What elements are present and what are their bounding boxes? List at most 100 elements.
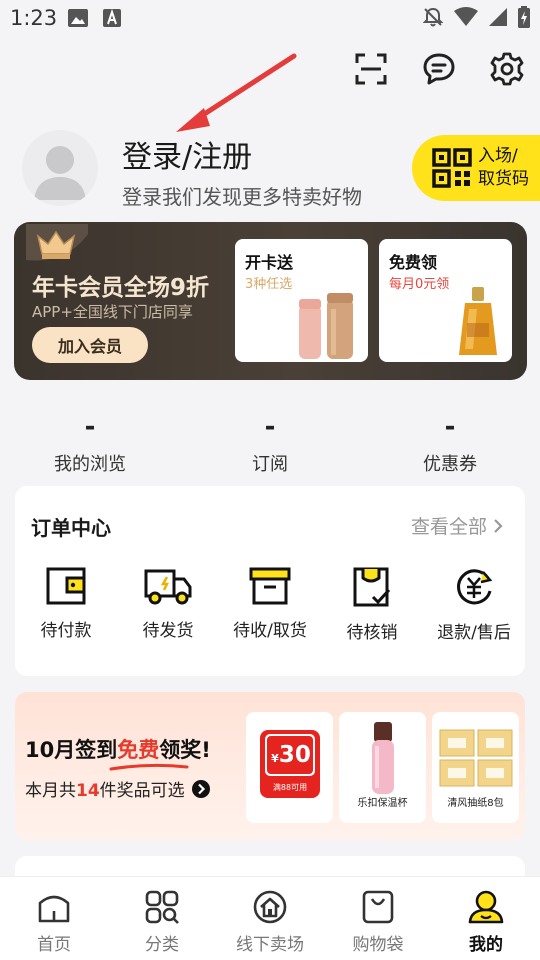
order-refund-aftersale-label: 退款/售后: [437, 623, 511, 643]
order-pending-verification[interactable]: 待核销: [324, 566, 420, 643]
default-avatar-icon: [34, 146, 86, 200]
order-pending-shipment-label: 待发货: [142, 621, 194, 641]
crown-icon: [26, 224, 88, 261]
font-notification-icon: [103, 9, 121, 27]
status-time: 1:23: [10, 6, 58, 30]
entry-badge-line1: 入场/: [478, 146, 518, 166]
settings-button[interactable]: [488, 50, 526, 88]
wifi-icon: [454, 7, 478, 26]
login-register-link[interactable]: 登录/注册: [122, 132, 252, 176]
sign-in-reward-banner[interactable]: 10月签到免费领奖! 本月共14件奖品可选 ¥30 满88可用 乐扣保温杯 清风…: [15, 692, 525, 840]
sign-in-title-suffix: 领奖!: [159, 738, 211, 762]
coupon-value: ¥30: [264, 742, 318, 768]
card-gift-title: 开卡送: [245, 253, 294, 272]
nav-profile[interactable]: 我的: [436, 889, 536, 955]
entry-badge-line2: 取货码: [478, 169, 529, 189]
nav-shopping-bag-label: 购物袋: [352, 935, 404, 955]
order-center-title: 订单中心: [31, 516, 111, 540]
nav-offline-store[interactable]: 线下卖场: [220, 889, 320, 955]
nav-profile-label: 我的: [469, 935, 503, 955]
view-all-label: 查看全部: [410, 516, 487, 538]
avatar[interactable]: [22, 130, 98, 206]
shopping-bag-icon: [362, 890, 394, 924]
qr-code-icon: [432, 148, 472, 188]
clipboard-check-icon: [353, 567, 391, 607]
prize-thermos-tile[interactable]: 乐扣保温杯: [339, 712, 426, 823]
sign-in-prize-count: 14: [76, 781, 100, 801]
view-all-orders-link[interactable]: 查看全部: [411, 512, 503, 539]
order-pending-receipt[interactable]: 待收/取货: [222, 566, 318, 641]
card-gift-tile[interactable]: 开卡送 3种任选: [235, 239, 368, 362]
order-pending-verification-label: 待核销: [346, 623, 398, 643]
coupons-value: -: [444, 412, 456, 442]
login-subtitle: 登录我们发现更多特卖好物: [122, 185, 362, 209]
scan-button[interactable]: [352, 50, 390, 88]
tissue-pack-image: [439, 729, 513, 787]
header-actions: [352, 50, 526, 88]
entry-badge-text: 入场/ 取货码: [478, 145, 529, 191]
arrow-circle-right-icon: [191, 779, 210, 798]
subscription-stat[interactable]: - 订阅: [200, 412, 340, 476]
coupons-stat[interactable]: - 优惠券: [380, 412, 520, 476]
free-gift-tile[interactable]: 免费领 每月0元领: [379, 239, 512, 362]
sign-in-title: 10月签到免费领奖!: [25, 734, 211, 764]
title-underline-decoration: [109, 763, 189, 771]
prize-tissue-tile[interactable]: 清风抽纸8包: [432, 712, 519, 823]
truck-icon: [144, 569, 192, 605]
prize-tissue-label: 清风抽纸8包: [447, 798, 504, 809]
store-icon: [253, 890, 287, 924]
card-gift-subtitle: 3种任选: [245, 277, 293, 292]
order-pending-payment-label: 待付款: [40, 621, 92, 641]
bell-off-icon: [422, 7, 444, 27]
browse-history-label: 我的浏览: [54, 454, 126, 475]
entry-pickup-code-button[interactable]: 入场/ 取货码: [412, 135, 540, 201]
sign-in-title-highlight: 免费: [117, 738, 160, 762]
membership-title: 年卡会员全场9折: [32, 275, 210, 301]
status-bar: 1:23: [0, 0, 540, 36]
sign-in-title-prefix: 10月签到: [25, 738, 118, 762]
membership-banner[interactable]: 年卡会员全场9折 APP+全国线下门店同享 加入会员 开卡送 3种任选 免费领 …: [14, 222, 527, 380]
subscription-label: 订阅: [252, 454, 288, 475]
nav-shopping-bag[interactable]: 购物袋: [328, 889, 428, 955]
order-pending-payment[interactable]: 待付款: [18, 566, 114, 641]
coupon-amount: 30: [278, 742, 311, 768]
refund-icon: [457, 569, 493, 605]
prize-coupon-tile[interactable]: ¥30 满88可用: [246, 712, 333, 823]
subscription-value: -: [264, 412, 276, 442]
nav-home-label: 首页: [37, 935, 71, 955]
coupons-label: 优惠券: [423, 454, 477, 475]
order-pending-receipt-label: 待收/取货: [233, 621, 307, 641]
bottom-navigation: 首页 分类 线下卖场 购物袋 我的: [0, 876, 540, 960]
browse-history-value: -: [84, 412, 96, 442]
battery-icon: [518, 6, 530, 28]
order-pending-shipment[interactable]: 待发货: [120, 566, 216, 641]
image-notification-icon: [68, 9, 88, 27]
join-membership-button[interactable]: 加入会员: [32, 327, 148, 363]
signal-icon: [489, 8, 507, 26]
sign-in-sub-prefix: 本月共: [25, 781, 76, 801]
browse-history-stat[interactable]: - 我的浏览: [20, 412, 160, 476]
free-gift-title: 免费领: [389, 253, 438, 272]
nav-offline-store-label: 线下卖场: [236, 935, 304, 955]
nav-category[interactable]: 分类: [112, 889, 212, 955]
order-center-card: 订单中心 查看全部 待付款 待发货 待收/取货 待核销 退款/售后: [15, 486, 525, 676]
hair-oil-bottle-image: [459, 287, 497, 355]
coupon-condition: 满88可用: [272, 783, 308, 792]
membership-subtitle: APP+全国线下门店同享: [32, 303, 193, 321]
nav-category-label: 分类: [145, 935, 179, 955]
chat-icon: [423, 53, 455, 85]
sign-in-subtitle: 本月共14件奖品可选: [25, 776, 211, 801]
profile-icon: [468, 890, 504, 924]
wallet-icon: [46, 567, 86, 605]
messages-button[interactable]: [420, 50, 458, 88]
sign-in-sub-suffix: 件奖品可选: [99, 781, 185, 801]
nav-home[interactable]: 首页: [4, 889, 104, 955]
category-icon: [145, 890, 179, 924]
order-refund-aftersale[interactable]: 退款/售后: [426, 566, 522, 643]
home-icon: [38, 895, 70, 923]
pointer-arrow: [176, 53, 297, 132]
scan-icon: [355, 53, 387, 85]
free-gift-subtitle: 每月0元领: [389, 277, 450, 292]
pink-thermos-image: [372, 722, 394, 794]
box-icon: [249, 567, 291, 605]
